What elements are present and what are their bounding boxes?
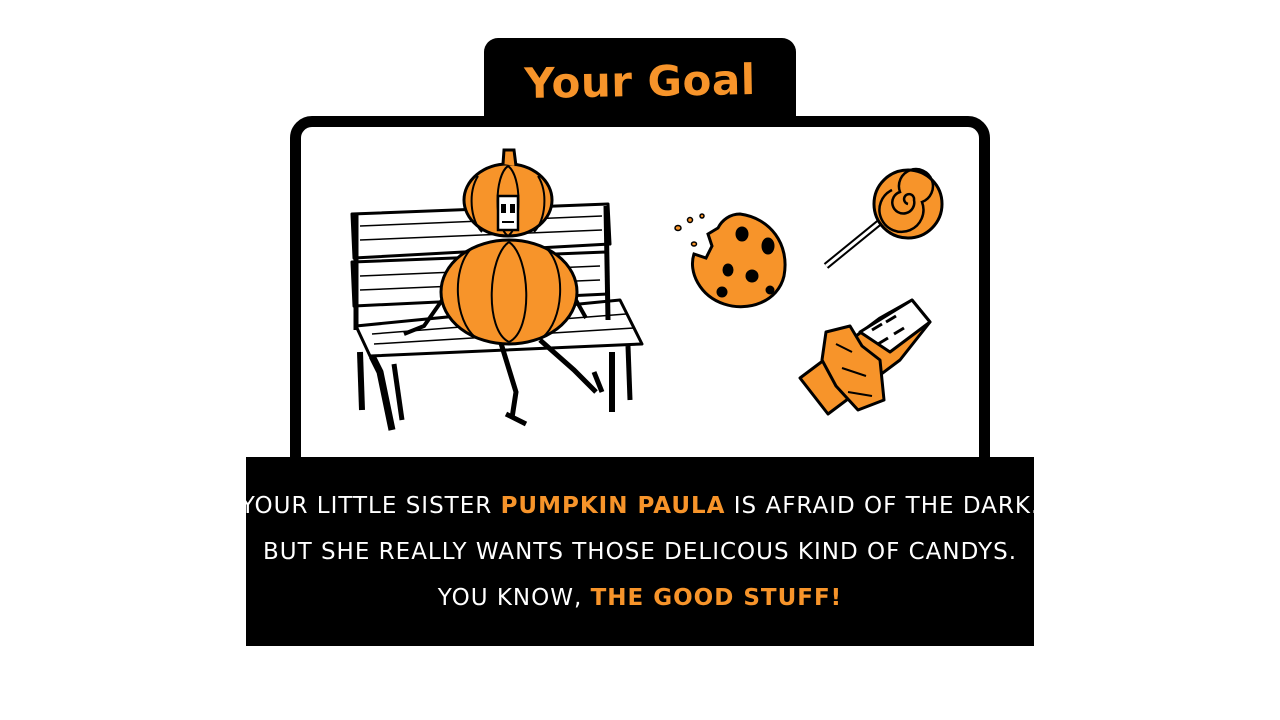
caption-line-1-start: Your little sister [240,492,501,519]
lollipop-icon [823,167,944,269]
caption-line-1-end: is afraid of the dark. [725,492,1040,519]
caption-line-3-start: You know, [437,584,591,611]
pumpkin-paula-name: Pumpkin Paula [500,492,726,519]
caption-line-2: But she really wants those delicous kind… [262,538,1018,565]
caption-line-1: Your little sister Pumpkin Paula is afra… [241,489,1040,523]
good-stuff-highlight: the good stuff! [590,584,843,611]
cookie-icon [674,212,787,309]
goal-caption: Your little sister Pumpkin Paula is afra… [241,457,1038,646]
caption-line-3: You know, the good stuff! [438,581,842,615]
candy-bar-icon [798,298,932,416]
